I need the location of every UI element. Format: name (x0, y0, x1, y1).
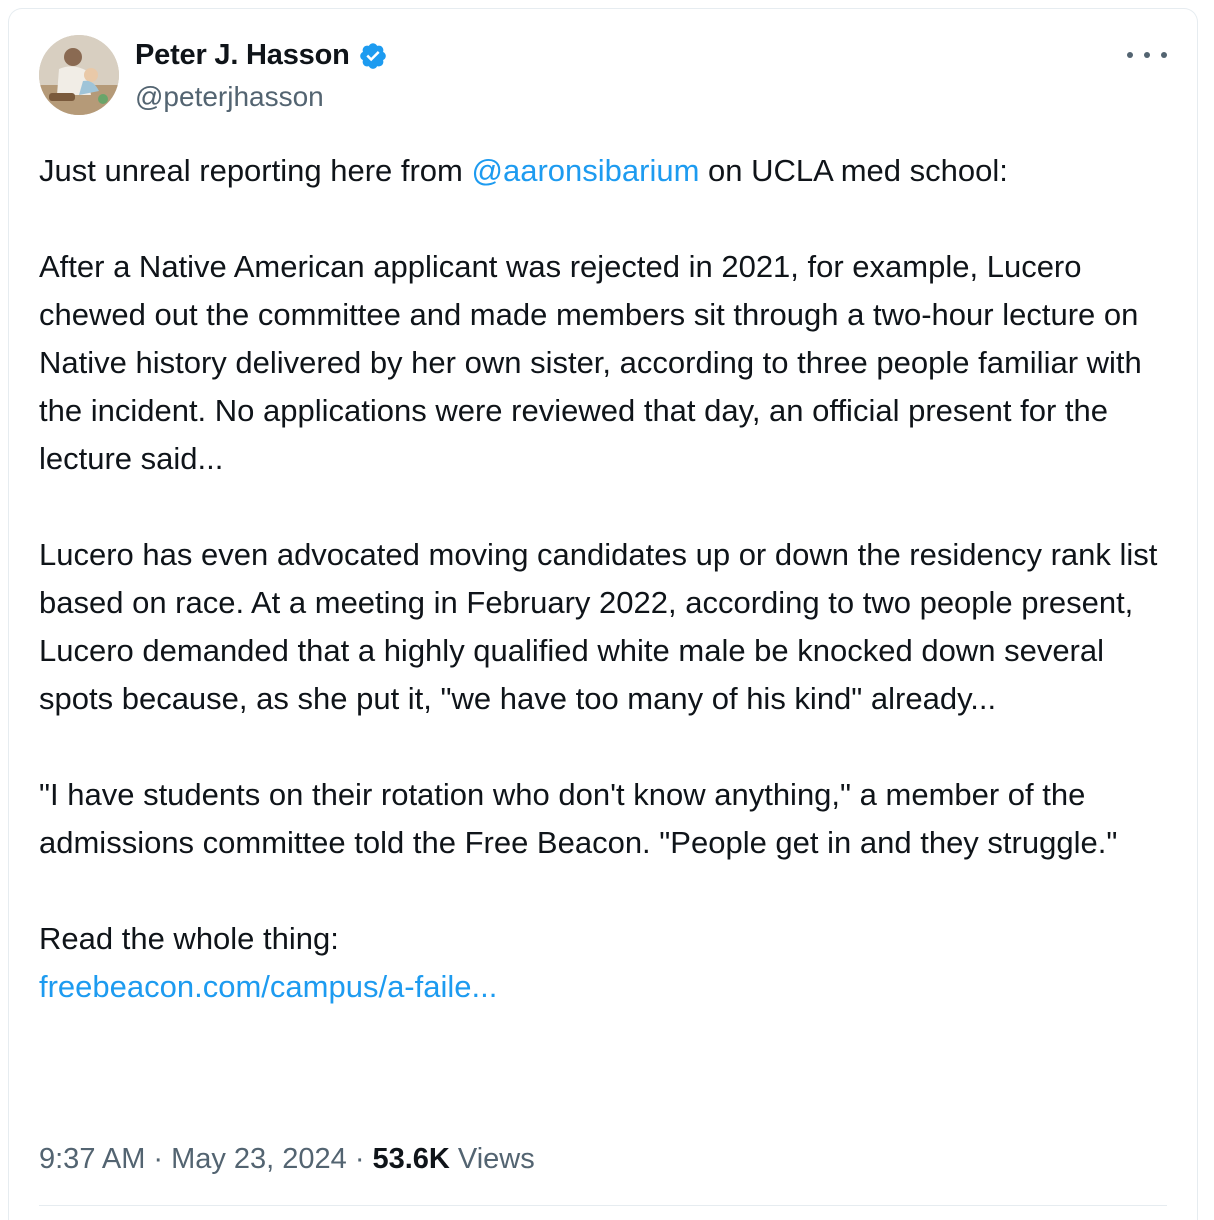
tweet-date[interactable]: May 23, 2024 (171, 1143, 347, 1176)
meta-separator: · (153, 1143, 164, 1175)
tweet-meta: 9:37 AM · May 23, 2024 · 53.6K Views (39, 1143, 535, 1176)
tweet-time[interactable]: 9:37 AM (39, 1143, 145, 1176)
tweet-paragraph-5: Read the whole thing: freebeacon.com/camp… (39, 915, 1179, 1011)
verified-badge-icon (359, 42, 386, 69)
article-link[interactable]: freebeacon.com/campus/a-faile... (39, 963, 1179, 1011)
author-display-name[interactable]: Peter J. Hasson (135, 39, 350, 72)
tweet-text-segment: Just unreal reporting here from (39, 153, 472, 188)
more-options-icon[interactable] (1127, 43, 1167, 67)
tweet-paragraph-4: "I have students on their rotation who d… (39, 777, 1118, 860)
avatar-photo (39, 35, 119, 115)
author-name-row: Peter J. Hasson (135, 39, 388, 72)
author-handle[interactable]: @peterjhasson (135, 81, 324, 113)
tweet-text-segment: Read the whole thing: (39, 921, 339, 956)
mention-link[interactable]: @aaronsibarium (472, 153, 700, 188)
tweet-text-segment: on UCLA med school: (699, 153, 1008, 188)
avatar[interactable] (39, 35, 119, 115)
views-count[interactable]: 53.6K (372, 1143, 449, 1176)
tweet-paragraph-2: After a Native American applicant was re… (39, 249, 1142, 476)
divider (39, 1205, 1167, 1206)
tweet-paragraph-1: Just unreal reporting here from @aaronsi… (39, 147, 1179, 195)
views-label: Views (457, 1143, 535, 1175)
tweet-paragraph-3: Lucero has even advocated moving candida… (39, 537, 1158, 716)
tweet-text: Just unreal reporting here from @aaronsi… (39, 147, 1179, 1011)
tweet-card: Peter J. Hasson @peterjhasson Just unrea… (8, 8, 1198, 1220)
meta-separator: · (354, 1143, 365, 1175)
